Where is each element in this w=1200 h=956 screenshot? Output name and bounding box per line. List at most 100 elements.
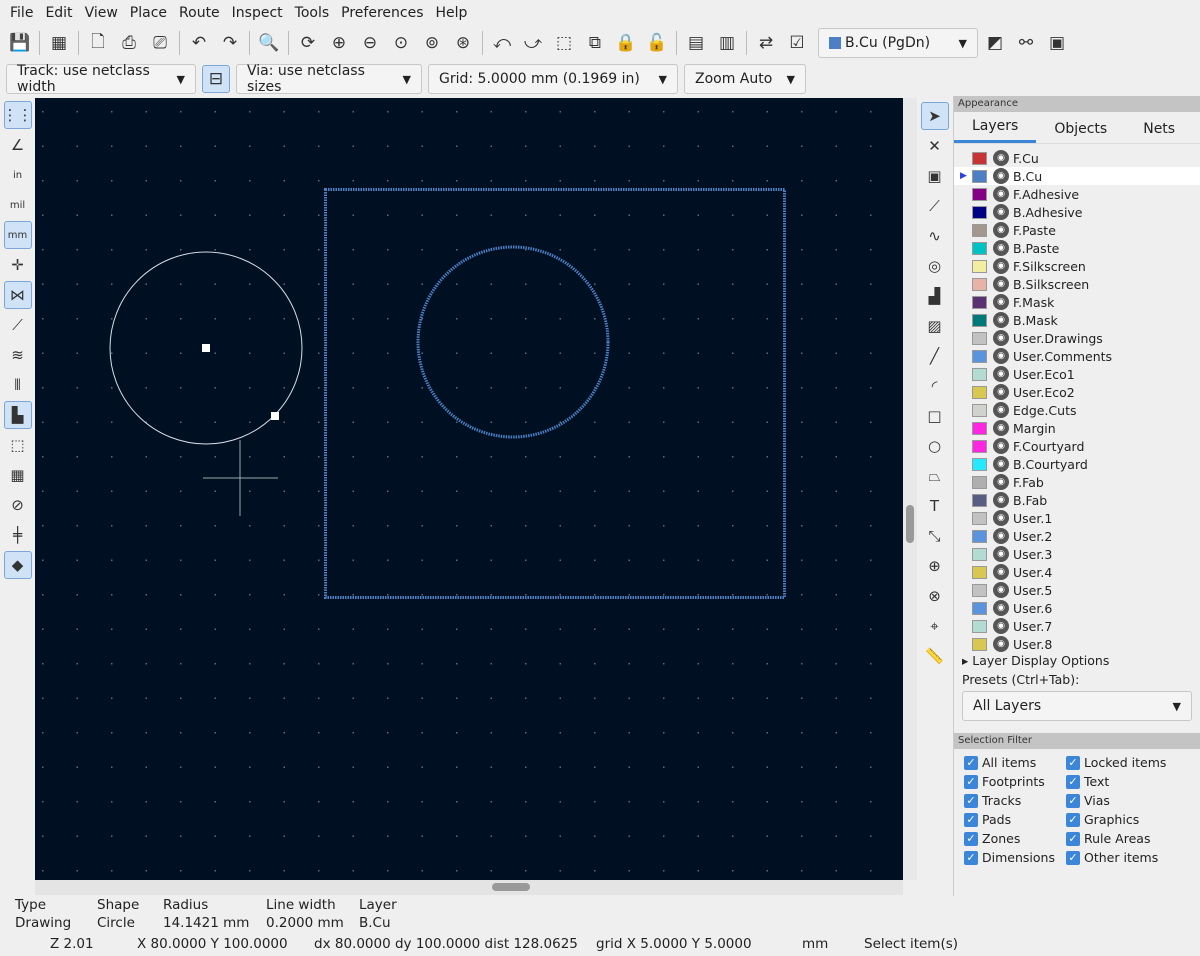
filter-pads[interactable]: ✓ Pads — [964, 812, 1066, 827]
layer-color-swatch[interactable] — [972, 493, 987, 507]
checkbox-checked-icon[interactable]: ✓ — [964, 774, 978, 789]
scripting-console-icon[interactable]: ▣ — [1043, 29, 1071, 57]
print-icon[interactable]: ⎙ — [115, 29, 143, 57]
tune-length-icon[interactable]: ∿ — [921, 222, 949, 250]
delete-tool-icon[interactable]: ⊗ — [921, 582, 949, 610]
layer-color-swatch[interactable] — [972, 637, 987, 651]
layer-row[interactable]: ◉ Edge.Cuts — [954, 401, 1200, 419]
layer-row[interactable]: ◉ User.6 — [954, 599, 1200, 617]
visibility-eye-icon[interactable]: ◉ — [993, 366, 1009, 382]
layer-color-swatch[interactable] — [972, 601, 987, 615]
find-icon[interactable]: 🔍 — [255, 29, 283, 57]
filter-footprints[interactable]: ✓ Footprints — [964, 774, 1066, 789]
menu-tools[interactable]: Tools — [289, 5, 336, 21]
refresh-icon[interactable]: ⟳ — [294, 29, 322, 57]
layer-color-swatch[interactable] — [972, 295, 987, 309]
layer-row[interactable]: ◉ B.Paste — [954, 239, 1200, 257]
filter-text[interactable]: ✓ Text — [1066, 774, 1196, 789]
visibility-eye-icon[interactable]: ◉ — [993, 438, 1009, 454]
visibility-eye-icon[interactable]: ◉ — [993, 312, 1009, 328]
zoom-select[interactable]: Zoom Auto ▼ — [684, 64, 806, 94]
save-icon[interactable]: 💾 — [6, 29, 34, 57]
draw-arc-icon[interactable]: ◜ — [921, 372, 949, 400]
visibility-eye-icon[interactable]: ◉ — [993, 276, 1009, 292]
drc-icon[interactable]: ☑ — [783, 29, 811, 57]
filter-zones[interactable]: ✓ Zones — [964, 831, 1066, 846]
visibility-eye-icon[interactable]: ◉ — [993, 528, 1009, 544]
redo-icon[interactable]: ↷ — [216, 29, 244, 57]
page-settings-icon[interactable]: 🗋 — [84, 29, 112, 57]
units-inch-icon[interactable]: in — [4, 161, 32, 189]
checkbox-checked-icon[interactable]: ✓ — [1066, 755, 1080, 770]
layer-row[interactable]: ◉ User.8 — [954, 635, 1200, 652]
auto-track-width-icon[interactable]: ⊟ — [202, 65, 230, 93]
layer-row[interactable]: ◉ User.3 — [954, 545, 1200, 563]
layer-color-swatch[interactable] — [972, 205, 987, 219]
layer-row[interactable]: ◉ F.Fab — [954, 473, 1200, 491]
add-via-icon[interactable]: ◎ — [921, 252, 949, 280]
appearance-panel-icon[interactable]: ◆ — [3, 551, 32, 579]
menu-route[interactable]: Route — [173, 5, 226, 21]
layer-color-swatch[interactable] — [972, 151, 987, 165]
filter-rule-areas[interactable]: ✓ Rule Areas — [1066, 831, 1196, 846]
cursor-fullscreen-icon[interactable]: ✛ — [4, 251, 32, 279]
layer-row[interactable]: ◉ User.2 — [954, 527, 1200, 545]
layer-row[interactable]: ◉ User.5 — [954, 581, 1200, 599]
layer-row[interactable]: ◉ User.4 — [954, 563, 1200, 581]
select-icon[interactable]: ➤ — [920, 102, 949, 130]
center-handle[interactable] — [202, 344, 210, 352]
lock-icon[interactable]: 🔒 — [612, 29, 640, 57]
horizontal-scrollbar[interactable] — [35, 880, 903, 895]
layer-color-swatch[interactable] — [972, 259, 987, 273]
layer-row[interactable]: ◉ User.1 — [954, 509, 1200, 527]
visibility-eye-icon[interactable]: ◉ — [993, 492, 1009, 508]
checkbox-checked-icon[interactable]: ✓ — [1066, 774, 1080, 789]
rotate-cw-icon[interactable]: ⤻ — [519, 29, 547, 57]
layer-row[interactable]: ◉ F.Adhesive — [954, 185, 1200, 203]
update-pcb-icon[interactable]: ⇄ — [752, 29, 780, 57]
layer-row[interactable]: ◉ F.Cu — [954, 149, 1200, 167]
measure-icon[interactable]: 📏 — [921, 642, 949, 670]
menu-help[interactable]: Help — [430, 5, 474, 21]
menu-edit[interactable]: Edit — [39, 5, 78, 21]
checkbox-checked-icon[interactable]: ✓ — [1066, 793, 1080, 808]
visibility-eye-icon[interactable]: ◉ — [993, 582, 1009, 598]
layer-row[interactable]: ◉ F.Silkscreen — [954, 257, 1200, 275]
layer-row[interactable]: ◉ F.Mask — [954, 293, 1200, 311]
layer-display-options[interactable]: ▸ Layer Display Options — [954, 652, 1200, 670]
mirror-icon[interactable]: ⬚ — [550, 29, 578, 57]
layer-color-swatch[interactable] — [972, 187, 987, 201]
bcu-circle[interactable] — [416, 245, 610, 439]
layer-color-swatch[interactable] — [972, 511, 987, 525]
zoom-selection-icon[interactable]: ⊛ — [449, 29, 477, 57]
visibility-eye-icon[interactable]: ◉ — [993, 600, 1009, 616]
layer-color-swatch[interactable] — [972, 349, 987, 363]
radius-handle[interactable] — [271, 412, 279, 420]
layer-row[interactable]: ◉ User.Drawings — [954, 329, 1200, 347]
netlist-icon[interactable]: ▤ — [682, 29, 710, 57]
filter-graphics[interactable]: ✓ Graphics — [1066, 812, 1196, 827]
visibility-eye-icon[interactable]: ◉ — [993, 636, 1009, 652]
visibility-eye-icon[interactable]: ◉ — [993, 222, 1009, 238]
filter-tracks[interactable]: ✓ Tracks — [964, 793, 1066, 808]
layer-pair-icon[interactable]: ◩ — [981, 29, 1009, 57]
layer-color-swatch[interactable] — [972, 421, 987, 435]
unlock-icon[interactable]: 🔓 — [643, 29, 671, 57]
footprint-editor-icon[interactable]: ⚯ — [1012, 29, 1040, 57]
layer-color-swatch[interactable] — [972, 565, 987, 579]
layer-color-swatch[interactable] — [972, 169, 987, 183]
layer-row[interactable]: ◉ F.Courtyard — [954, 437, 1200, 455]
zone-outline-icon[interactable]: ⬚ — [4, 431, 32, 459]
zoom-out-icon[interactable]: ⊖ — [356, 29, 384, 57]
visibility-eye-icon[interactable]: ◉ — [993, 186, 1009, 202]
layer-row[interactable]: ◉ B.Silkscreen — [954, 275, 1200, 293]
draw-circle-icon[interactable]: ○ — [921, 432, 949, 460]
units-mil-icon[interactable]: mil — [4, 191, 32, 219]
layer-color-swatch[interactable] — [972, 385, 987, 399]
layer-color-swatch[interactable] — [972, 277, 987, 291]
layer-list[interactable]: ◉ F.Cu ▶ ◉ B.Cu ◉ F.Adhesive ◉ B.Adhesive ◉ F.Past… — [954, 144, 1200, 652]
zoom-fit-icon[interactable]: ⊙ — [387, 29, 415, 57]
undo-icon[interactable]: ↶ — [185, 29, 213, 57]
checkbox-checked-icon[interactable]: ✓ — [1066, 831, 1080, 846]
filter-all-items[interactable]: ✓ All items — [964, 755, 1066, 770]
